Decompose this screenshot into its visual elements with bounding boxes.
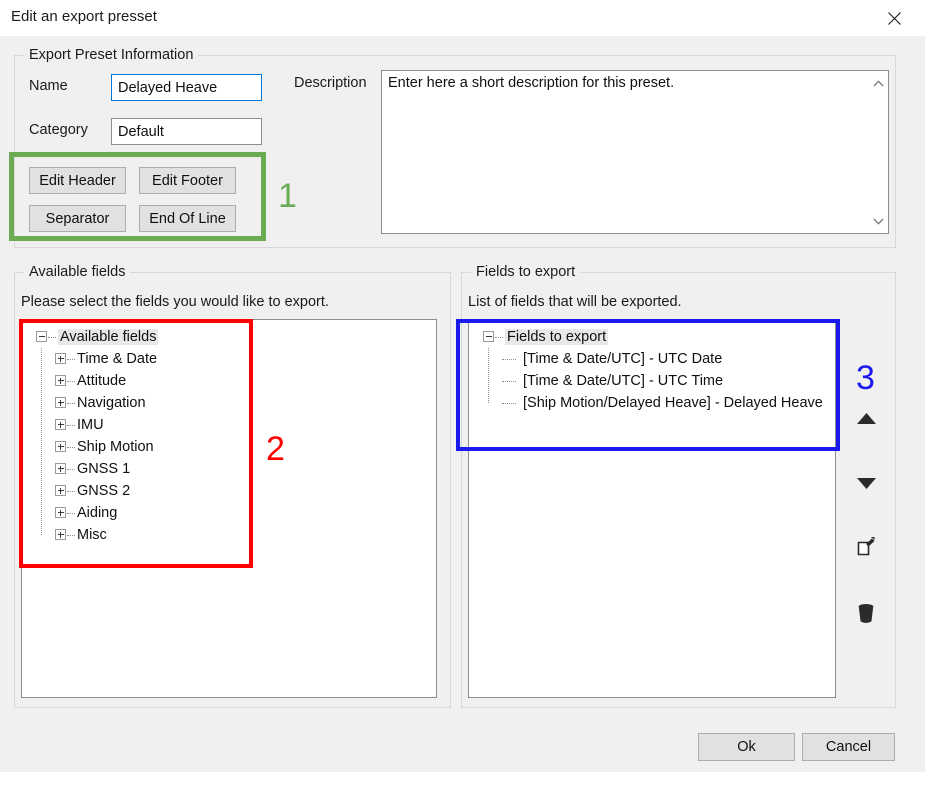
- expand-icon[interactable]: [55, 485, 66, 496]
- export-field-item-2[interactable]: [Ship Motion/Delayed Heave] - Delayed He…: [469, 392, 835, 414]
- available-fields-tree[interactable]: Available fields Time & Date Attitude Navi…: [21, 319, 437, 698]
- tree-item-label: [Time & Date/UTC] - UTC Date: [523, 351, 723, 367]
- chevron-up-icon[interactable]: [868, 73, 888, 93]
- category-input[interactable]: Default: [111, 118, 262, 145]
- window-title: Edit an export presset: [11, 8, 157, 25]
- edit-footer-button[interactable]: Edit Footer: [139, 167, 236, 194]
- expand-icon[interactable]: [55, 375, 66, 386]
- tree-connector: [48, 337, 56, 339]
- tree-connector: [502, 403, 516, 405]
- description-textarea[interactable]: Enter here a short description for this …: [381, 70, 889, 234]
- tree-item-label: IMU: [77, 417, 104, 433]
- available-field-item-1[interactable]: Attitude: [22, 370, 436, 392]
- tree-item-label: [Ship Motion/Delayed Heave] - Delayed He…: [523, 395, 823, 411]
- tree-connector: [67, 513, 75, 515]
- cancel-button[interactable]: Cancel: [802, 733, 895, 761]
- fields-to-export-instruction: List of fields that will be exported.: [468, 294, 682, 310]
- tree-item-label: Time & Date: [77, 351, 158, 367]
- fields-to-export-child-list: [Time & Date/UTC] - UTC Date [Time & Date…: [469, 348, 835, 414]
- title-bar: Edit an export presset: [0, 0, 925, 36]
- export-field-item-0[interactable]: [Time & Date/UTC] - UTC Date: [469, 348, 835, 370]
- description-value: Enter here a short description for this …: [388, 75, 675, 91]
- dialog-body: Export Preset Information Name Delayed H…: [0, 36, 925, 772]
- tree-root-label: Available fields: [58, 329, 159, 345]
- category-label: Category: [29, 122, 88, 138]
- tree-root-label: Fields to export: [505, 329, 609, 345]
- name-input[interactable]: Delayed Heave: [111, 74, 262, 101]
- move-down-button[interactable]: [851, 468, 881, 498]
- tree-item-label: Ship Motion: [77, 439, 154, 455]
- name-label: Name: [29, 78, 68, 94]
- note-edit-icon: [857, 537, 875, 556]
- tree-root-available-fields[interactable]: Available fields: [22, 326, 436, 348]
- group-legend-available-fields: Available fields: [24, 264, 131, 280]
- tree-connector: [67, 535, 75, 537]
- fields-to-export-tree[interactable]: Fields to export [Time & Date/UTC] - UTC…: [468, 319, 836, 698]
- available-field-item-4[interactable]: Ship Motion: [22, 436, 436, 458]
- triangle-down-icon: [856, 477, 876, 489]
- tree-connector: [502, 381, 516, 383]
- available-field-item-7[interactable]: Aiding: [22, 502, 436, 524]
- expand-icon[interactable]: [55, 507, 66, 518]
- separator-button[interactable]: Separator: [29, 205, 126, 232]
- expand-icon[interactable]: [55, 419, 66, 430]
- triangle-up-icon: [856, 412, 876, 424]
- tree-connector: [67, 359, 75, 361]
- group-legend-fields-to-export: Fields to export: [471, 264, 581, 280]
- ok-button[interactable]: Ok: [698, 733, 795, 761]
- edit-field-button[interactable]: [851, 533, 881, 563]
- chevron-down-icon[interactable]: [868, 211, 888, 231]
- end-of-line-button[interactable]: End Of Line: [139, 205, 236, 232]
- collapse-icon[interactable]: [483, 331, 494, 342]
- available-field-item-3[interactable]: IMU: [22, 414, 436, 436]
- tree-connector: [67, 447, 75, 449]
- tree-connector: [67, 403, 75, 405]
- tree-item-label: GNSS 1: [77, 461, 131, 477]
- tree-item-label: Aiding: [77, 505, 118, 521]
- expand-icon[interactable]: [55, 353, 66, 364]
- expand-icon[interactable]: [55, 397, 66, 408]
- close-icon[interactable]: [877, 5, 911, 31]
- tree-connector: [67, 425, 75, 427]
- available-field-item-2[interactable]: Navigation: [22, 392, 436, 414]
- trash-icon: [858, 604, 874, 623]
- tree-connector: [67, 381, 75, 383]
- edit-header-button[interactable]: Edit Header: [29, 167, 126, 194]
- available-field-item-5[interactable]: GNSS 1: [22, 458, 436, 480]
- tree-connector: [502, 359, 516, 361]
- available-fields-child-list: Time & Date Attitude Navigation IMU Ship Mot…: [22, 348, 436, 546]
- available-field-item-8[interactable]: Misc: [22, 524, 436, 546]
- tree-item-label: Misc: [77, 527, 107, 543]
- expand-icon[interactable]: [55, 441, 66, 452]
- delete-field-button[interactable]: [851, 598, 881, 628]
- available-field-item-6[interactable]: GNSS 2: [22, 480, 436, 502]
- group-legend-preset-info: Export Preset Information: [24, 47, 199, 63]
- tree-item-label: GNSS 2: [77, 483, 131, 499]
- collapse-icon[interactable]: [36, 331, 47, 342]
- expand-icon[interactable]: [55, 529, 66, 540]
- available-field-item-0[interactable]: Time & Date: [22, 348, 436, 370]
- tree-item-label: Attitude: [77, 373, 127, 389]
- tree-item-label: Navigation: [77, 395, 146, 411]
- available-fields-instruction: Please select the fields you would like …: [21, 294, 329, 310]
- export-preset-dialog: Edit an export presset Export Preset Inf…: [0, 0, 925, 772]
- export-field-item-1[interactable]: [Time & Date/UTC] - UTC Time: [469, 370, 835, 392]
- description-label: Description: [294, 75, 367, 91]
- tree-connector: [67, 491, 75, 493]
- tree-root-fields-to-export[interactable]: Fields to export: [469, 326, 835, 348]
- tree-item-label: [Time & Date/UTC] - UTC Time: [523, 373, 724, 389]
- tree-connector: [495, 337, 503, 339]
- tree-connector: [67, 469, 75, 471]
- description-scrollbar[interactable]: [867, 71, 888, 233]
- move-up-button[interactable]: [851, 403, 881, 433]
- expand-icon[interactable]: [55, 463, 66, 474]
